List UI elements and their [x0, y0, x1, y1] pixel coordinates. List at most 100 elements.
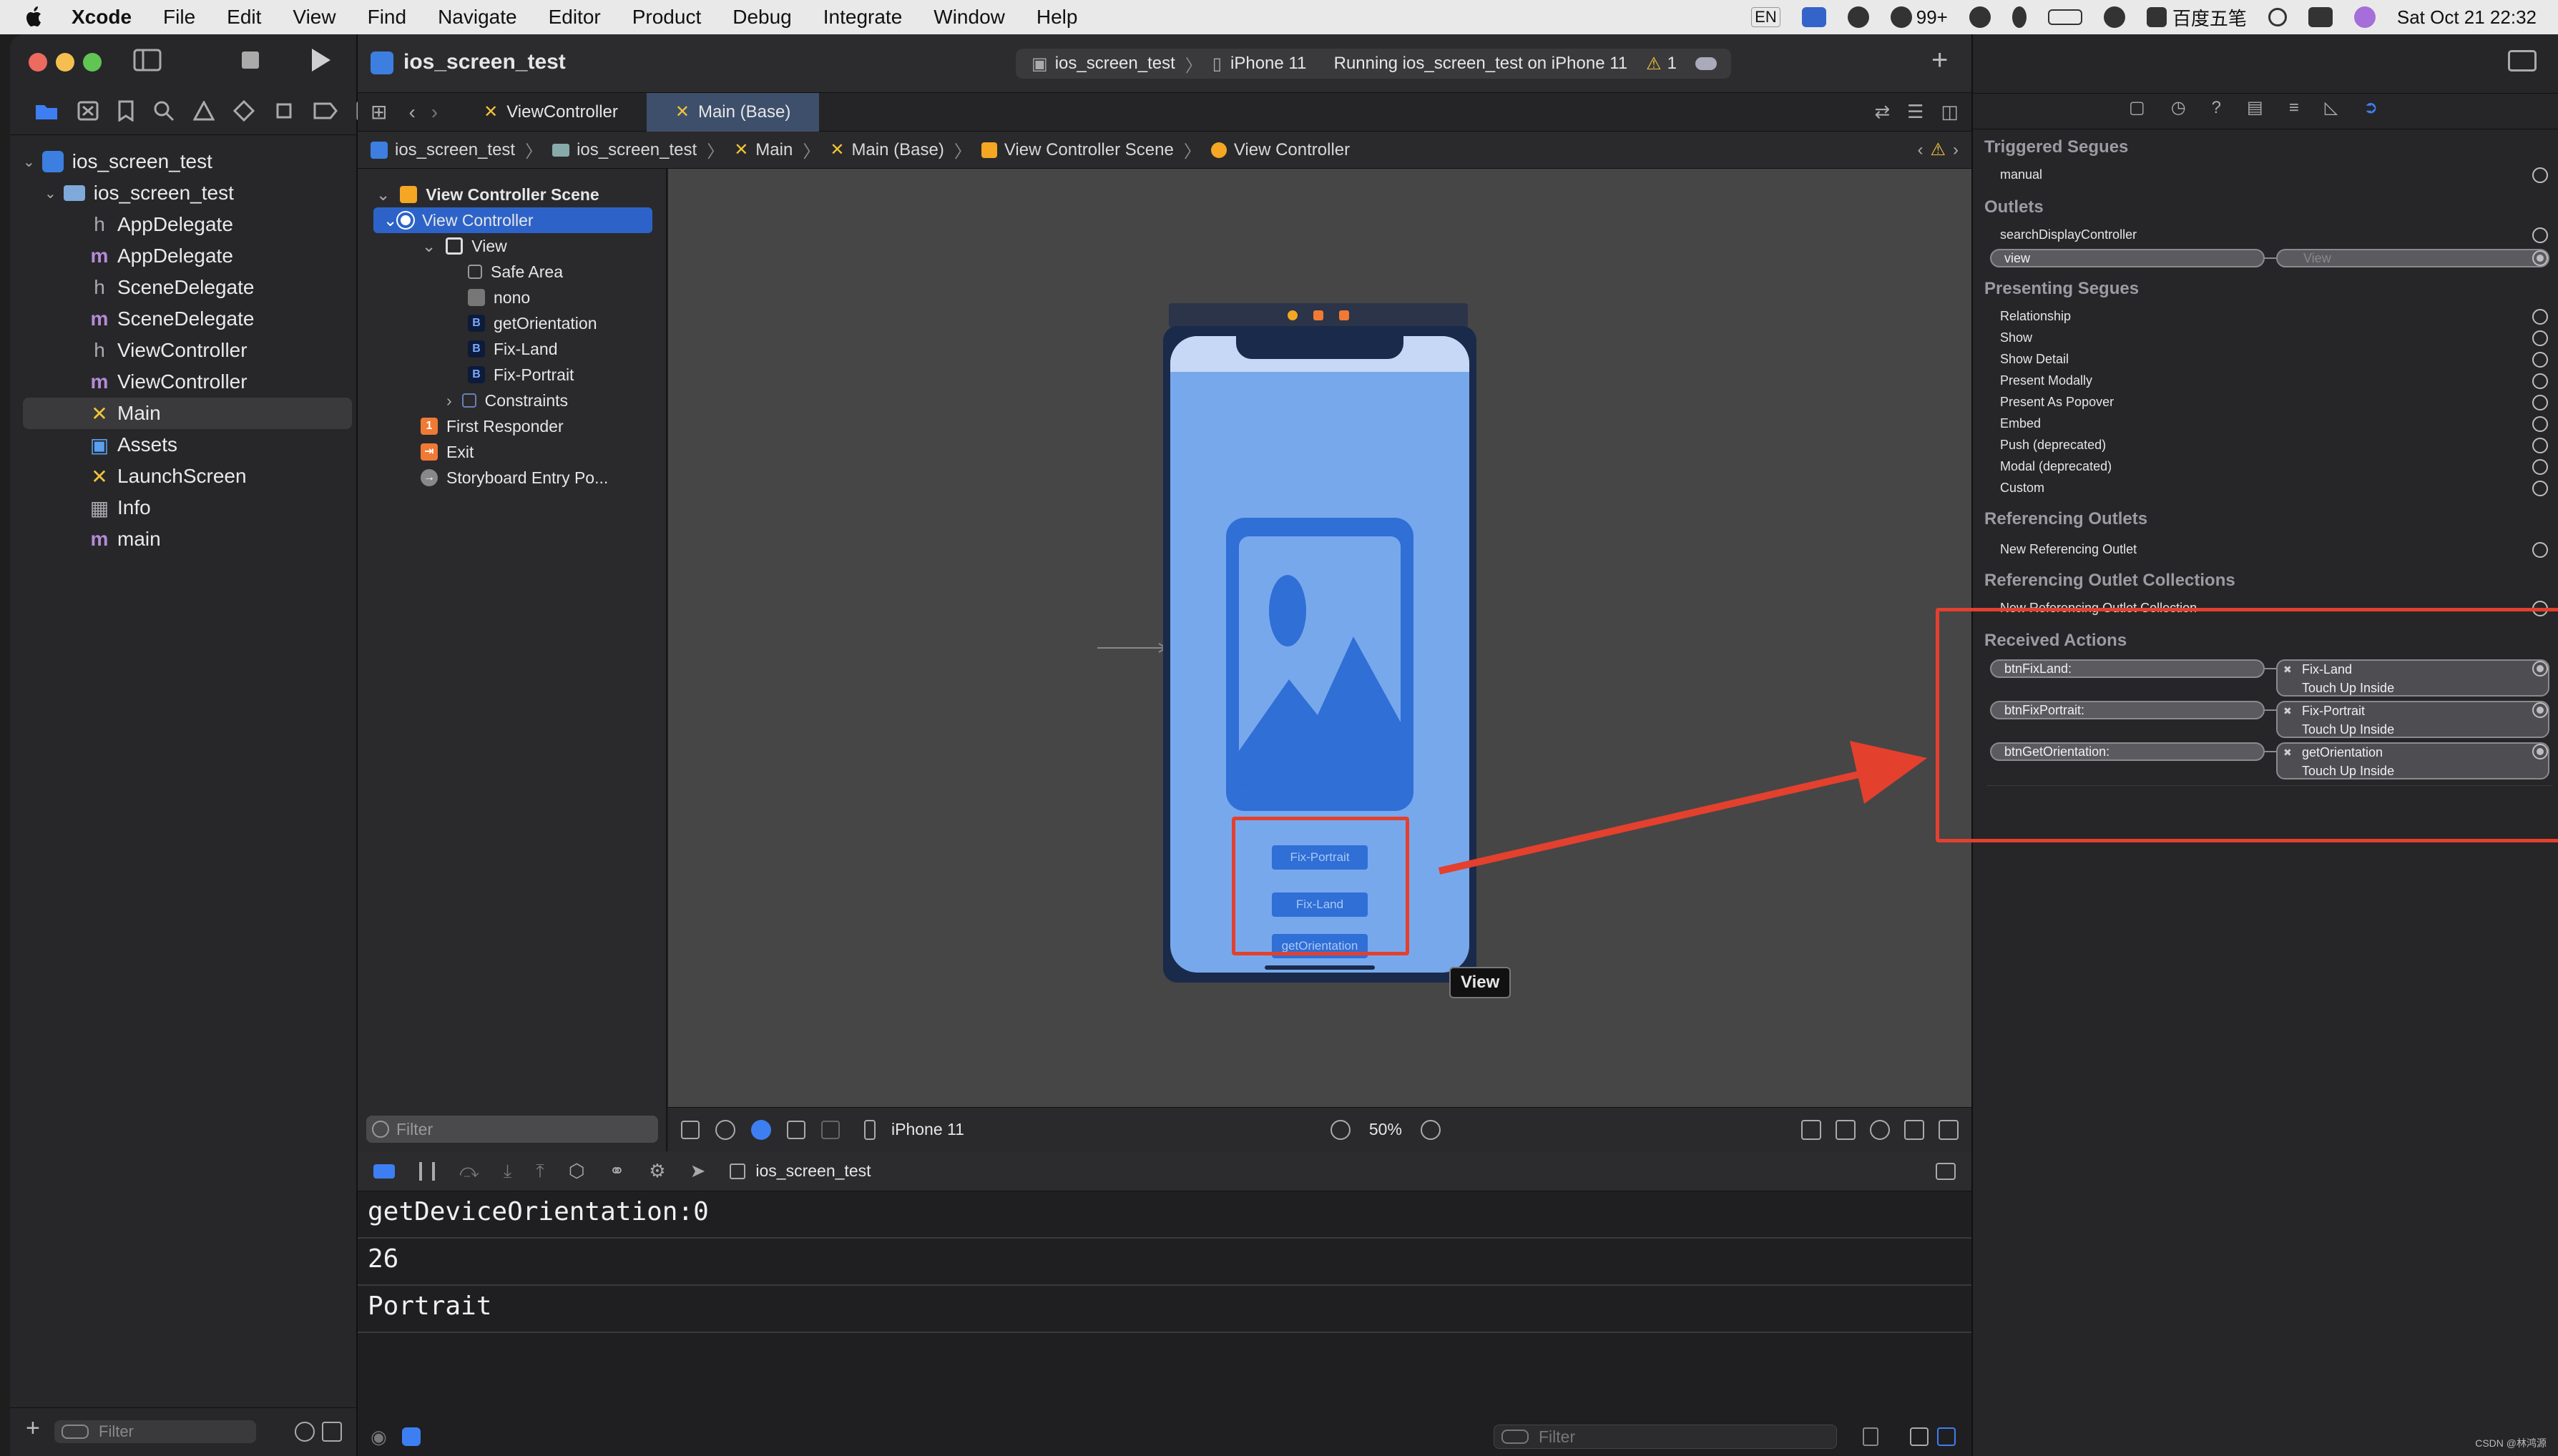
connection-circle[interactable] [2532, 167, 2548, 183]
split-editor-icon[interactable]: ◫ [1941, 101, 1959, 123]
menu-xcode[interactable]: Xcode [72, 6, 132, 29]
environment-icon[interactable]: ⚙ [649, 1160, 665, 1182]
view-hierarchy-icon[interactable]: ⬡ [569, 1160, 585, 1182]
debug-process-label[interactable]: ios_screen_test [755, 1161, 871, 1181]
history-inspector-icon[interactable]: ◷ [2171, 97, 2186, 118]
exit-icon[interactable] [1339, 310, 1349, 320]
image-view[interactable] [1226, 518, 1413, 811]
connection-circle[interactable] [2532, 481, 2548, 496]
connection-circle-filled[interactable] [2532, 250, 2548, 266]
orientation-icon[interactable] [787, 1120, 805, 1139]
first-responder-icon[interactable] [1313, 310, 1323, 320]
warning-icon[interactable]: ⚠ [1646, 54, 1662, 74]
menu-window[interactable]: Window [933, 6, 1005, 29]
console-view-icon[interactable] [1937, 1427, 1956, 1446]
connection-circle[interactable] [2532, 373, 2548, 389]
breadcrumb-main-base[interactable]: Main (Base) [851, 140, 944, 160]
view-controller-icon[interactable] [1288, 310, 1298, 320]
zoom-window-button[interactable] [83, 53, 102, 72]
resolve-issues-icon[interactable] [1904, 1119, 1924, 1140]
outline-button-fixland[interactable]: B Fix-Land [468, 336, 557, 362]
console[interactable]: getDeviceOrientation:0 26 Portrait ◉ Fil… [358, 1191, 1971, 1456]
connection-circle[interactable] [2532, 438, 2548, 453]
connection-circle[interactable] [2532, 330, 2548, 346]
zoom-in-icon[interactable] [1420, 1119, 1441, 1140]
wechat-icon[interactable] [1847, 6, 1869, 28]
breadcrumb-view-controller[interactable]: View Controller [1234, 140, 1350, 160]
connection-circle[interactable] [2532, 459, 2548, 475]
bluetooth-icon[interactable] [2011, 6, 2027, 28]
scheme-selector[interactable]: ios_screen_test [1055, 54, 1175, 74]
breakpoints-toggle-icon[interactable] [373, 1164, 395, 1179]
sidebar-toggle-icon[interactable] [133, 49, 162, 72]
disclosure-open-icon[interactable]: ⌄ [23, 153, 35, 171]
outline-scene[interactable]: ⌄ View Controller Scene [376, 182, 599, 207]
nav-group[interactable]: ⌄ ios_screen_test [10, 177, 346, 209]
memory-graph-icon[interactable]: ⚭ [609, 1160, 625, 1182]
identity-inspector-icon[interactable]: ▤ [2247, 97, 2263, 118]
nav-file-info[interactable]: ▦ Info [10, 492, 346, 523]
nav-file-viewcontroller-h[interactable]: h ViewController [10, 335, 346, 366]
related-items-icon[interactable]: ⇄ [1874, 101, 1890, 123]
nav-file-appdelegate-h[interactable]: h AppDelegate [10, 209, 346, 240]
menu-editor[interactable]: Editor [549, 6, 601, 29]
warning-icon[interactable]: ⚠ [1930, 139, 1946, 160]
nav-file-main-m[interactable]: m main [10, 523, 346, 555]
embed-icon[interactable] [1939, 1119, 1959, 1140]
layout-icon[interactable] [821, 1120, 840, 1139]
prev-issue-icon[interactable]: ‹ [1917, 140, 1923, 160]
menu-navigate[interactable]: Navigate [438, 6, 517, 29]
minimize-window-button[interactable] [56, 53, 74, 72]
outline-image-view[interactable]: nono [468, 285, 530, 310]
attributes-inspector-icon[interactable]: ≡ [2289, 98, 2299, 118]
tab-viewcontroller[interactable]: ✕ ViewController [455, 93, 647, 132]
pause-icon[interactable] [419, 1161, 435, 1181]
connection-circle[interactable] [2532, 395, 2548, 410]
disclosure-open-icon[interactable]: ⌄ [383, 211, 397, 230]
outline-filter-field[interactable]: Filter [366, 1116, 658, 1143]
menu-find[interactable]: Find [368, 6, 406, 29]
file-inspector-icon[interactable]: ▢ [2129, 97, 2145, 118]
debug-icon[interactable] [273, 100, 295, 122]
menu-help[interactable]: Help [1037, 6, 1078, 29]
outline-button-getorientation[interactable]: B getOrientation [468, 310, 597, 336]
close-window-button[interactable] [29, 53, 47, 72]
console-filter-field[interactable]: Filter [1494, 1425, 1837, 1449]
nav-file-launchscreen[interactable]: ✕ LaunchScreen [10, 461, 346, 492]
filter-scm-icon[interactable] [322, 1422, 342, 1442]
breakpoint-icon[interactable] [313, 102, 338, 119]
grid-icon[interactable]: ⊞ [371, 100, 387, 124]
next-issue-icon[interactable]: › [1953, 140, 1959, 160]
appearance-icon[interactable] [715, 1119, 735, 1140]
outline-button-fixportrait[interactable]: B Fix-Portrait [468, 362, 574, 388]
breadcrumb-scene[interactable]: View Controller Scene [1004, 140, 1174, 160]
outline-first-responder[interactable]: 1 First Responder [421, 413, 564, 439]
warning-count[interactable]: 1 [1667, 54, 1677, 74]
variables-icon[interactable] [402, 1427, 421, 1446]
apple-icon[interactable] [23, 4, 46, 30]
stop-icon[interactable] [240, 50, 260, 70]
nav-file-scenedelegate-m[interactable]: m SceneDelegate [10, 303, 346, 335]
control-center-icon[interactable] [2308, 7, 2333, 27]
disclosure-open-icon[interactable]: ⌄ [376, 185, 390, 205]
search-icon[interactable] [153, 100, 175, 122]
outline-safe-area[interactable]: Safe Area [468, 259, 563, 285]
connections-inspector-icon[interactable]: ➲ [2363, 97, 2378, 118]
input-source[interactable]: EN [1751, 7, 1780, 27]
outlet-view-target[interactable]: View [2276, 249, 2549, 267]
outline-view-controller[interactable]: ⌄ View Controller [373, 207, 652, 233]
tab-main-base[interactable]: ✕ Main (Base) [646, 92, 820, 132]
connection-circle[interactable] [2532, 352, 2548, 368]
bell-icon[interactable] [1969, 6, 1991, 28]
outline-view[interactable]: ⌄ View [422, 233, 507, 259]
variables-view-icon[interactable] [1910, 1427, 1929, 1446]
navigator-filter-field[interactable]: Filter [54, 1420, 256, 1443]
recent-files-icon[interactable] [295, 1422, 315, 1442]
folder-icon[interactable] [34, 101, 59, 121]
issue-icon[interactable] [193, 101, 215, 121]
menu-integrate[interactable]: Integrate [823, 6, 903, 29]
trash-icon[interactable] [1863, 1427, 1878, 1446]
back-icon[interactable]: ‹ [408, 101, 415, 124]
breadcrumb-group[interactable]: ios_screen_test [577, 140, 697, 160]
nav-project[interactable]: ⌄ ios_screen_test [10, 146, 346, 177]
